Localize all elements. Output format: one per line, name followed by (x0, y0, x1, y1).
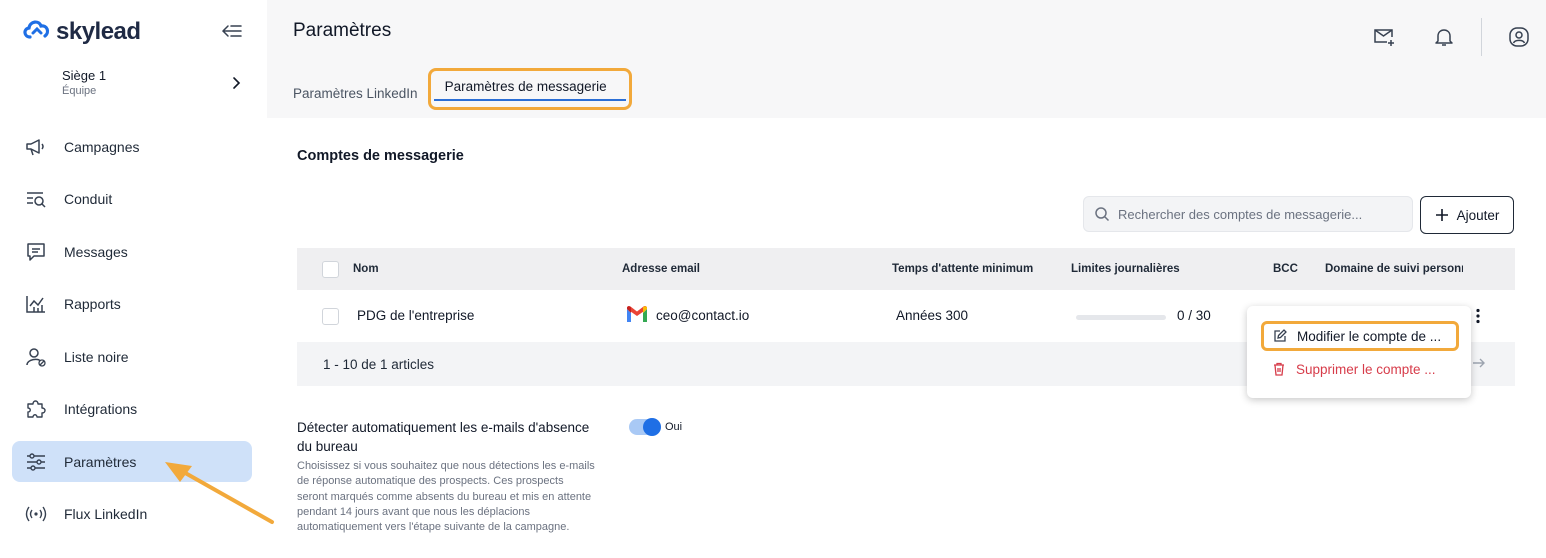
daily-limit-progress (1076, 315, 1166, 320)
account-name: PDG de l'entreprise (357, 308, 475, 323)
sidebar-item-rapports[interactable]: Rapports (12, 284, 252, 325)
compose-mail-button[interactable] (1369, 22, 1399, 52)
sidebar-item-parametres[interactable]: Paramètres (12, 441, 252, 482)
top-bar: Paramètres Paramètres LinkedIn Paramètre… (267, 0, 1546, 118)
more-vertical-icon (1476, 308, 1480, 324)
search-icon (1095, 207, 1110, 222)
sidebar-item-integrations[interactable]: Intégrations (12, 389, 252, 430)
sidebar: skylead Siège 1 Équipe Campagnes Conduit… (0, 0, 267, 558)
collapse-arrow-icon (221, 25, 242, 37)
tab-linkedin-settings[interactable]: Paramètres LinkedIn (293, 86, 418, 101)
daily-limit-value: 0 / 30 (1177, 308, 1211, 323)
menu-label: Supprimer le compte ... (1296, 361, 1436, 377)
sidebar-item-label: Intégrations (64, 401, 138, 417)
delete-account-menu-item[interactable]: Supprimer le compte ... (1272, 354, 1436, 384)
user-block-icon (24, 345, 48, 369)
puzzle-icon (24, 397, 48, 421)
sidebar-item-label: Campagnes (64, 138, 140, 155)
sidebar-item-messages[interactable]: Messages (12, 231, 252, 272)
search-input[interactable] (1118, 206, 1398, 222)
broadcast-icon (24, 502, 48, 526)
settings-tabs: Paramètres LinkedIn Paramètres de messag… (293, 68, 632, 110)
menu-label: Modifier le compte de ... (1297, 328, 1442, 344)
column-header[interactable]: BCC (1273, 263, 1298, 275)
tab-label: Paramètres LinkedIn (293, 85, 418, 101)
section-title: Comptes de messagerie (297, 148, 464, 164)
chart-icon (24, 292, 48, 316)
tab-label: Paramètres de messagerie (444, 79, 607, 94)
ooo-setting: Détecter automatiquement les e-mails d'a… (297, 418, 597, 535)
sidebar-item-conduit[interactable]: Conduit (12, 179, 252, 220)
toggle-knob (643, 418, 661, 436)
next-page-arrow-icon[interactable] (1472, 357, 1486, 372)
user-icon (1509, 27, 1529, 47)
column-header[interactable]: Nom (353, 263, 379, 275)
team-role: Équipe (62, 85, 97, 97)
sidebar-item-label: Rapports (64, 296, 121, 312)
toggle-label: Oui (665, 421, 683, 433)
table-header: Nom Adresse email Temps d'attente minimu… (297, 248, 1515, 290)
row-checkbox[interactable] (322, 308, 339, 325)
sidebar-item-label: Paramètres (64, 453, 137, 470)
collapse-sidebar-button[interactable] (220, 20, 244, 42)
sidebar-item-label: Liste noire (64, 348, 129, 365)
column-header[interactable]: Adresse email (622, 263, 700, 275)
bell-icon (1435, 29, 1453, 46)
trash-icon (1274, 362, 1284, 376)
team-name: Siège 1 (62, 68, 107, 83)
sidebar-nav: Campagnes Conduit Messages Rapports List… (12, 126, 252, 546)
brand-name: skylead (56, 17, 141, 45)
account-email: ceo@contact.io (656, 308, 750, 323)
top-actions (1369, 18, 1546, 56)
megaphone-icon (24, 135, 48, 159)
edit-icon (1274, 329, 1287, 342)
message-icon (24, 240, 48, 264)
sidebar-item-liste-noire[interactable]: Liste noire (12, 336, 252, 377)
setting-description: Choisissez si vous souhaitez que nous dé… (297, 460, 595, 534)
sliders-icon (24, 450, 48, 474)
logo[interactable]: skylead (22, 16, 141, 47)
search-box[interactable] (1083, 196, 1413, 232)
row-actions-menu: Modifier le compte de ... Supprimer le c… (1247, 306, 1471, 398)
gmail-icon (626, 306, 648, 326)
search-list-icon (24, 187, 48, 211)
column-header[interactable]: Domaine de suivi personn (1325, 263, 1463, 275)
ooo-toggle[interactable] (629, 418, 661, 436)
sidebar-item-flux-linkedin[interactable]: Flux LinkedIn (12, 494, 252, 535)
add-label: Ajouter (1456, 207, 1500, 223)
notifications-button[interactable] (1429, 22, 1459, 52)
wait-time: Années 300 (896, 308, 969, 323)
setting-title: Détecter automatiquement les e-mails d'a… (297, 420, 590, 454)
divider (1481, 18, 1482, 56)
page-title: Paramètres (293, 20, 392, 41)
plus-icon (1435, 209, 1448, 221)
chevron-right-icon (231, 76, 241, 95)
cloud-logo-icon (22, 16, 52, 47)
active-tab-underline (433, 99, 626, 101)
column-header[interactable]: Temps d'attente minimum (892, 263, 1033, 275)
sidebar-item-campagnes[interactable]: Campagnes (12, 126, 252, 167)
add-account-button[interactable]: Ajouter (1420, 196, 1514, 234)
row-actions-button[interactable] (1475, 308, 1481, 327)
pagination-summary: 1 - 10 de 1 articles (323, 357, 435, 372)
column-header[interactable]: Limites journalières (1071, 263, 1180, 275)
select-all-checkbox[interactable] (322, 261, 339, 278)
team-switcher[interactable]: Siège 1 Équipe (62, 68, 247, 97)
edit-account-menu-item[interactable]: Modifier le compte de ... (1261, 321, 1459, 351)
profile-button[interactable] (1504, 22, 1534, 52)
sidebar-item-label: Conduit (64, 191, 113, 207)
sidebar-item-label: Messages (64, 243, 128, 260)
tab-messaging-settings[interactable]: Paramètres de messagerie (427, 68, 632, 110)
mail-plus-icon (1374, 29, 1394, 46)
sidebar-item-label: Flux LinkedIn (64, 506, 148, 522)
